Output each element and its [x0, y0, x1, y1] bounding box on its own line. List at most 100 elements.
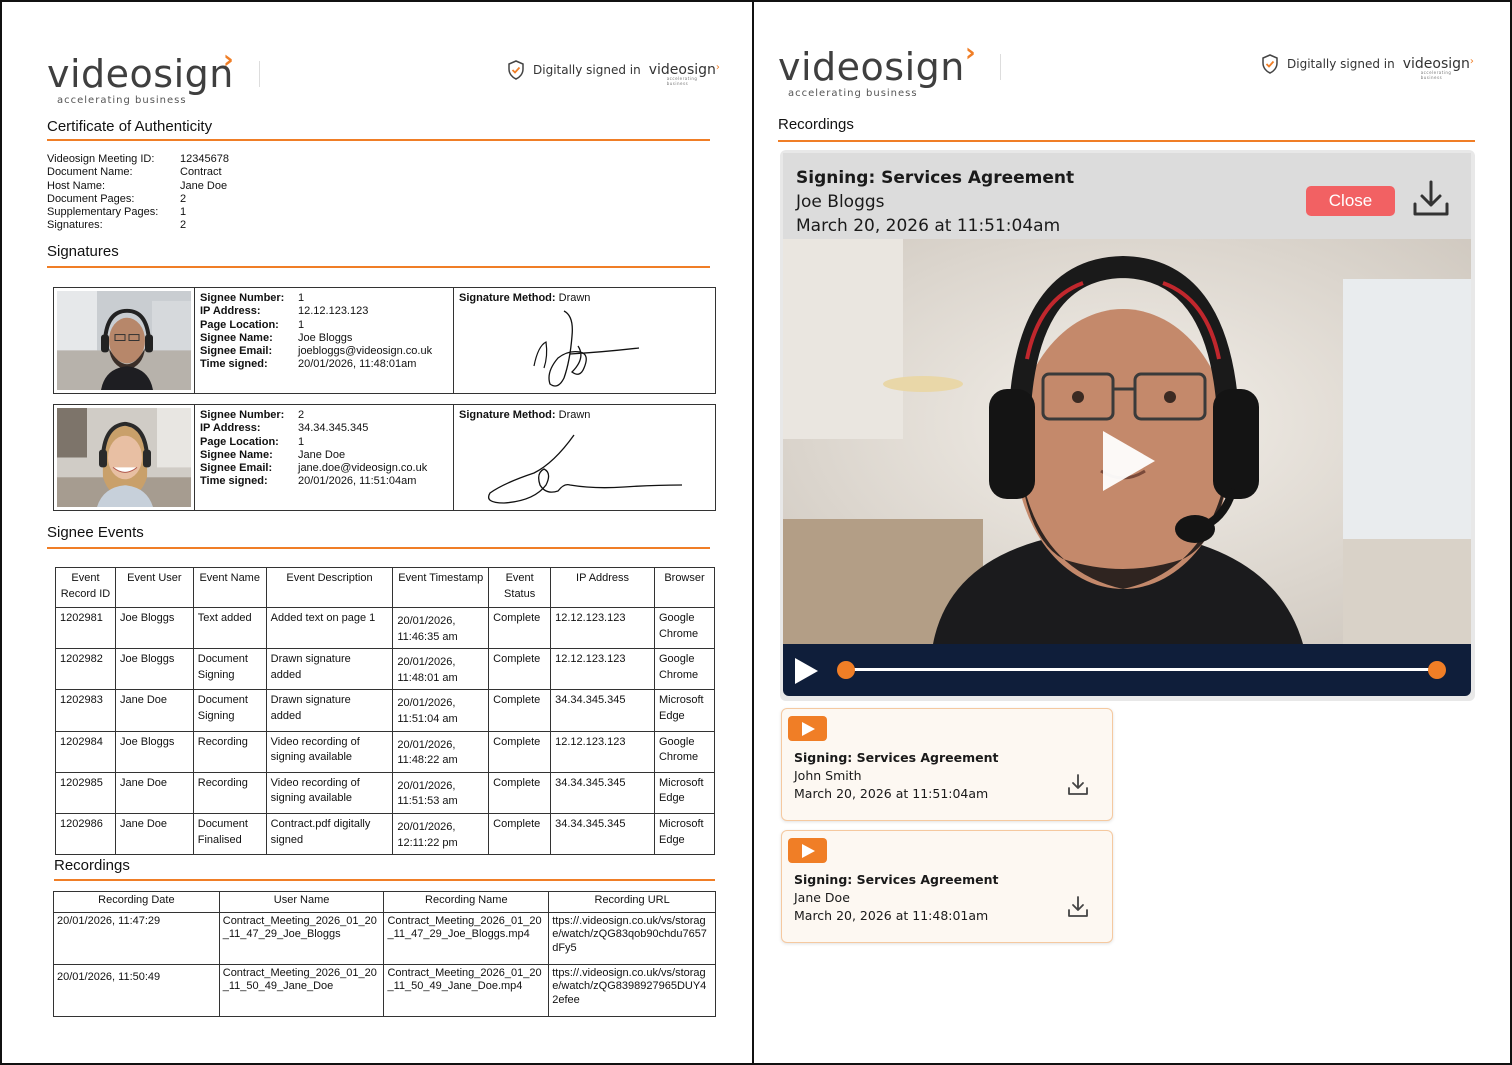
signee-details: Signee Number: 1 IP Address: 12.12.123.123…: [195, 288, 454, 393]
videosign-logo: videosign › accelerating business: [47, 47, 260, 106]
signee-photo: [54, 405, 195, 510]
table-cell: Google Chrome: [653, 606, 716, 650]
table-header-row: Recording Date User Name Recording Name Rec…: [53, 891, 716, 913]
signature-card: Signee Number: 2 IP Address: 34.34.345.345…: [53, 404, 716, 511]
drawn-signature: [487, 434, 683, 504]
videosign-logo: videosign › accelerating business: [778, 40, 1001, 99]
download-icon[interactable]: [1066, 895, 1090, 919]
column-header: Event Status: [488, 567, 552, 608]
recordings-panel-rule: [778, 140, 1475, 142]
scrubber-end-knob[interactable]: [1428, 661, 1446, 679]
table-header-row: Event Record ID Event User Event Name Event …: [55, 567, 716, 608]
table-cell: Document Signing: [192, 648, 267, 691]
player-header: Signing: Services Agreement Joe Bloggs M…: [783, 153, 1471, 239]
signee-details: Signee Number: 2 IP Address: 34.34.345.345…: [195, 405, 454, 510]
info-row: Signatures: 2: [47, 219, 187, 232]
column-header: User Name: [218, 891, 385, 913]
table-cell: Contract_Meeting_2026_01_20_11_50_49_Jan…: [383, 964, 550, 1017]
scrubber-track[interactable]: [845, 668, 1437, 671]
table-cell: 1202986: [55, 812, 116, 856]
column-header: Recording Name: [383, 891, 550, 913]
table-cell: 20/01/2026, 11:51:53 am: [392, 771, 490, 814]
signature-method: Signature Method: Drawn: [454, 288, 715, 393]
table-cell: 1202981: [55, 606, 116, 650]
column-header: Event Timestamp: [392, 567, 490, 608]
table-cell: 34.34.345.345: [550, 812, 655, 856]
table-cell: Complete: [488, 606, 552, 650]
certificate-page: videosign › accelerating business Digital…: [0, 0, 754, 1065]
signature-method: Signature Method: Drawn: [454, 405, 715, 510]
table-row: 1202985 Jane Doe Recording Video recording …: [55, 771, 716, 814]
column-header: Browser: [653, 567, 716, 608]
digitally-signed-badge: Digitally signed in videosign› accelerati…: [1261, 54, 1474, 80]
recordings-panel-title: Recordings: [778, 116, 854, 133]
table-cell: Contract_Meeting_2026_01_20_11_47_29_Joe…: [383, 912, 550, 965]
table-cell: 20/01/2026, 12:11:22 pm: [392, 812, 490, 856]
table-cell: Joe Bloggs: [114, 648, 194, 691]
info-row: Host Name: Jane Doe: [47, 179, 228, 192]
table-cell: Contract_Meeting_2026_01_20_11_50_49_Jan…: [218, 964, 385, 1017]
table-cell: Complete: [488, 771, 552, 814]
download-icon[interactable]: [1411, 179, 1451, 219]
table-cell: Contract.pdf digitally signed: [265, 812, 394, 856]
table-cell: 12.12.123.123: [550, 648, 655, 691]
info-row: Supplementary Pages: 1: [47, 206, 187, 219]
video-player: Signing: Services Agreement Joe Bloggs M…: [780, 150, 1475, 701]
table-cell: Recording: [192, 730, 267, 773]
table-cell: 1202984: [55, 730, 116, 773]
table-cell: Jane Doe: [114, 689, 194, 732]
column-header: Event Description: [265, 567, 394, 608]
table-cell: Microsoft Edge: [653, 812, 716, 856]
table-cell: Complete: [488, 730, 552, 773]
table-row: 20/01/2026, 11:50:49 Contract_Meeting_202…: [53, 964, 716, 1017]
table-cell: Document Finalised: [192, 812, 267, 856]
shield-check-icon: [508, 60, 524, 80]
table-cell: Joe Bloggs: [114, 730, 194, 773]
table-cell: 20/01/2026, 11:46:35 am: [392, 606, 490, 650]
player-controls: [783, 644, 1471, 696]
info-row: Document Name: Contract: [47, 166, 222, 179]
table-row: 1202981 Joe Bloggs Text added Added text on…: [55, 606, 716, 650]
signatures-rule: [47, 266, 710, 268]
play-badge-icon[interactable]: [788, 716, 827, 741]
table-cell: 20/01/2026, 11:47:29: [53, 912, 220, 965]
table-cell: Complete: [488, 648, 552, 691]
table-cell: 1202983: [55, 689, 116, 732]
table-cell: Added text on page 1: [265, 606, 394, 650]
table-cell: 34.34.345.345: [550, 689, 655, 732]
play-badge-icon[interactable]: [788, 838, 827, 863]
recordings-table: Recording Date User Name Recording Name Rec…: [53, 891, 716, 1017]
play-icon[interactable]: [792, 656, 820, 686]
table-cell: Complete: [488, 689, 552, 732]
table-cell: Contract_Meeting_2026_01_20_11_47_29_Joe…: [218, 912, 385, 965]
title-rule: [47, 139, 710, 141]
table-cell: Video recording of signing available: [265, 771, 394, 814]
table-cell: 1202982: [55, 648, 116, 691]
video-frame[interactable]: [783, 239, 1471, 644]
meeting-info: Videosign Meeting ID: 12345678 Document N…: [47, 153, 229, 233]
info-row: Videosign Meeting ID: 12345678: [47, 153, 229, 165]
signee-photo: [54, 288, 195, 393]
signee-events-table: Event Record ID Event User Event Name Event …: [55, 567, 716, 856]
recording-card[interactable]: Signing: Services Agreement John Smith M…: [781, 708, 1113, 821]
table-cell: Google Chrome: [653, 730, 716, 773]
recording-card[interactable]: Signing: Services Agreement Jane Doe Mar…: [781, 830, 1113, 943]
table-cell: Microsoft Edge: [653, 689, 716, 732]
column-header: IP Address: [550, 567, 655, 608]
table-cell[interactable]: ttps://.videosign.co.uk/vs/storage/watch…: [548, 912, 716, 965]
download-icon[interactable]: [1066, 773, 1090, 797]
table-cell: 20/01/2026, 11:50:49: [53, 964, 220, 1017]
table-cell: Recording: [192, 771, 267, 814]
table-cell: Google Chrome: [653, 648, 716, 691]
scrubber-start-knob[interactable]: [837, 661, 855, 679]
close-button[interactable]: Close: [1306, 186, 1395, 216]
signature-card: Signee Number: 1 IP Address: 12.12.123.123…: [53, 287, 716, 394]
table-cell[interactable]: ttps://.videosign.co.uk/vs/storage/watch…: [548, 964, 716, 1017]
column-header: Event Name: [192, 567, 267, 608]
table-row: 1202982 Joe Bloggs Document Signing Drawn si…: [55, 648, 716, 691]
certificate-title: Certificate of Authenticity: [47, 118, 213, 135]
table-row: 1202986 Jane Doe Document Finalised Contract…: [55, 812, 716, 856]
table-cell: 12.12.123.123: [550, 606, 655, 650]
table-cell: 34.34.345.345: [550, 771, 655, 814]
player-signee-name: Joe Bloggs: [796, 192, 885, 212]
